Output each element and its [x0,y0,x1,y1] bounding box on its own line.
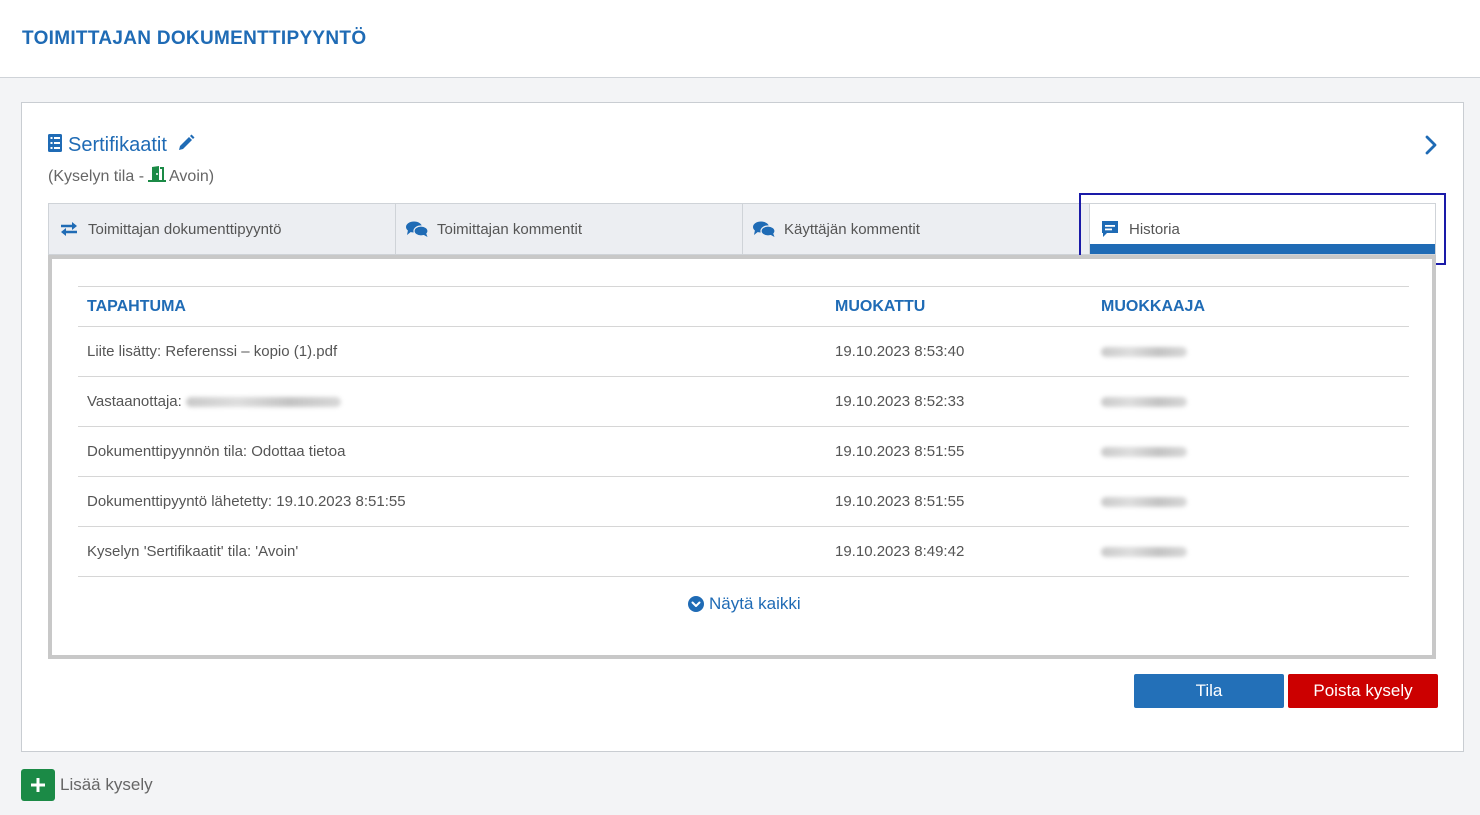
status-value: Avoin) [169,167,215,185]
door-open-icon [148,166,167,187]
redacted-name [1101,397,1187,408]
table-row: Dokumenttipyyntö lähetetty: 19.10.2023 8… [78,476,1409,527]
history-panel: TAPAHTUMA MUOKATTU MUOKKAAJA Liite lisät… [48,255,1436,659]
page-title: TOIMITTAJAN DOKUMENTTIPYYNTÖ [22,28,367,49]
column-header-modifier: MUOKKAAJA [1092,286,1409,327]
chevron-circle-down-icon [688,596,704,612]
status-prefix: (Kyselyn tila - [48,167,145,185]
page-header: TOIMITTAJAN DOKUMENTTIPYYNTÖ [0,0,1480,78]
tab-label: Käyttäjän kommentit [784,220,920,238]
status-button[interactable]: Tila [1134,674,1284,708]
history-table: TAPAHTUMA MUOKATTU MUOKKAAJA Liite lisät… [78,286,1409,577]
redacted-name [1101,347,1187,358]
query-card: Sertifikaatit (Kyselyn tila - Avoin) Toi… [21,102,1464,752]
pencil-icon[interactable] [177,134,195,157]
redacted-name [1101,447,1187,458]
exchange-icon [59,221,79,237]
modified-cell: 19.10.2023 8:52:33 [826,376,1092,427]
show-all-label: Näytä kaikki [709,594,801,613]
tab-label: Toimittajan kommentit [437,220,583,238]
modified-cell: 19.10.2023 8:51:55 [826,426,1092,477]
redacted-email [185,397,341,408]
table-row: Liite lisätty: Referenssi – kopio (1).pd… [78,326,1409,377]
card-title-row: Sertifikaatit [48,134,195,157]
show-all-link[interactable]: Näytä kaikki [688,594,801,614]
modifier-cell [1092,376,1409,427]
table-row: Dokumenttipyynnön tila: Odottaa tietoa 1… [78,426,1409,477]
modifier-cell [1092,426,1409,477]
list-icon [48,134,62,157]
card-title: Sertifikaatit [68,134,167,156]
modifier-cell [1092,476,1409,527]
plus-icon [21,769,55,801]
modified-cell: 19.10.2023 8:51:55 [826,476,1092,527]
modifier-cell [1092,526,1409,577]
event-cell: Vastaanottaja: [78,376,826,427]
add-query-label: Lisää kysely [60,775,153,794]
table-header-row: TAPAHTUMA MUOKATTU MUOKKAAJA [78,286,1409,327]
query-status: (Kyselyn tila - Avoin) [48,166,214,187]
event-cell: Dokumenttipyynnön tila: Odottaa tietoa [78,426,826,477]
event-cell: Liite lisätty: Referenssi – kopio (1).pd… [78,326,826,377]
event-cell: Dokumenttipyyntö lähetetty: 19.10.2023 8… [78,476,826,527]
column-header-modified: MUOKATTU [826,286,1092,327]
event-text: Vastaanottaja: [87,393,182,410]
column-header-event: TAPAHTUMA [78,286,826,327]
event-cell: Kyselyn 'Sertifikaatit' tila: 'Avoin' [78,526,826,577]
tab-user-comments[interactable]: Käyttäjän kommentit [742,203,1089,255]
table-row: Vastaanottaja: 19.10.2023 8:52:33 [78,376,1409,427]
add-query-button[interactable]: Lisää kysely [21,769,153,801]
table-row: Kyselyn 'Sertifikaatit' tila: 'Avoin' 19… [78,526,1409,577]
redacted-name [1101,547,1187,558]
modified-cell: 19.10.2023 8:49:42 [826,526,1092,577]
tab-supplier-document-request[interactable]: Toimittajan dokumenttipyyntö [48,203,395,255]
tab-label: Toimittajan dokumenttipyyntö [88,220,282,238]
delete-query-button[interactable]: Poista kysely [1288,674,1438,708]
tab-supplier-comments[interactable]: Toimittajan kommentit [395,203,742,255]
chevron-right-icon[interactable] [1424,135,1438,160]
modified-cell: 19.10.2023 8:53:40 [826,326,1092,377]
redacted-name [1101,497,1187,508]
modifier-cell [1092,326,1409,377]
comments-icon [753,221,775,237]
comments-icon [406,221,428,237]
